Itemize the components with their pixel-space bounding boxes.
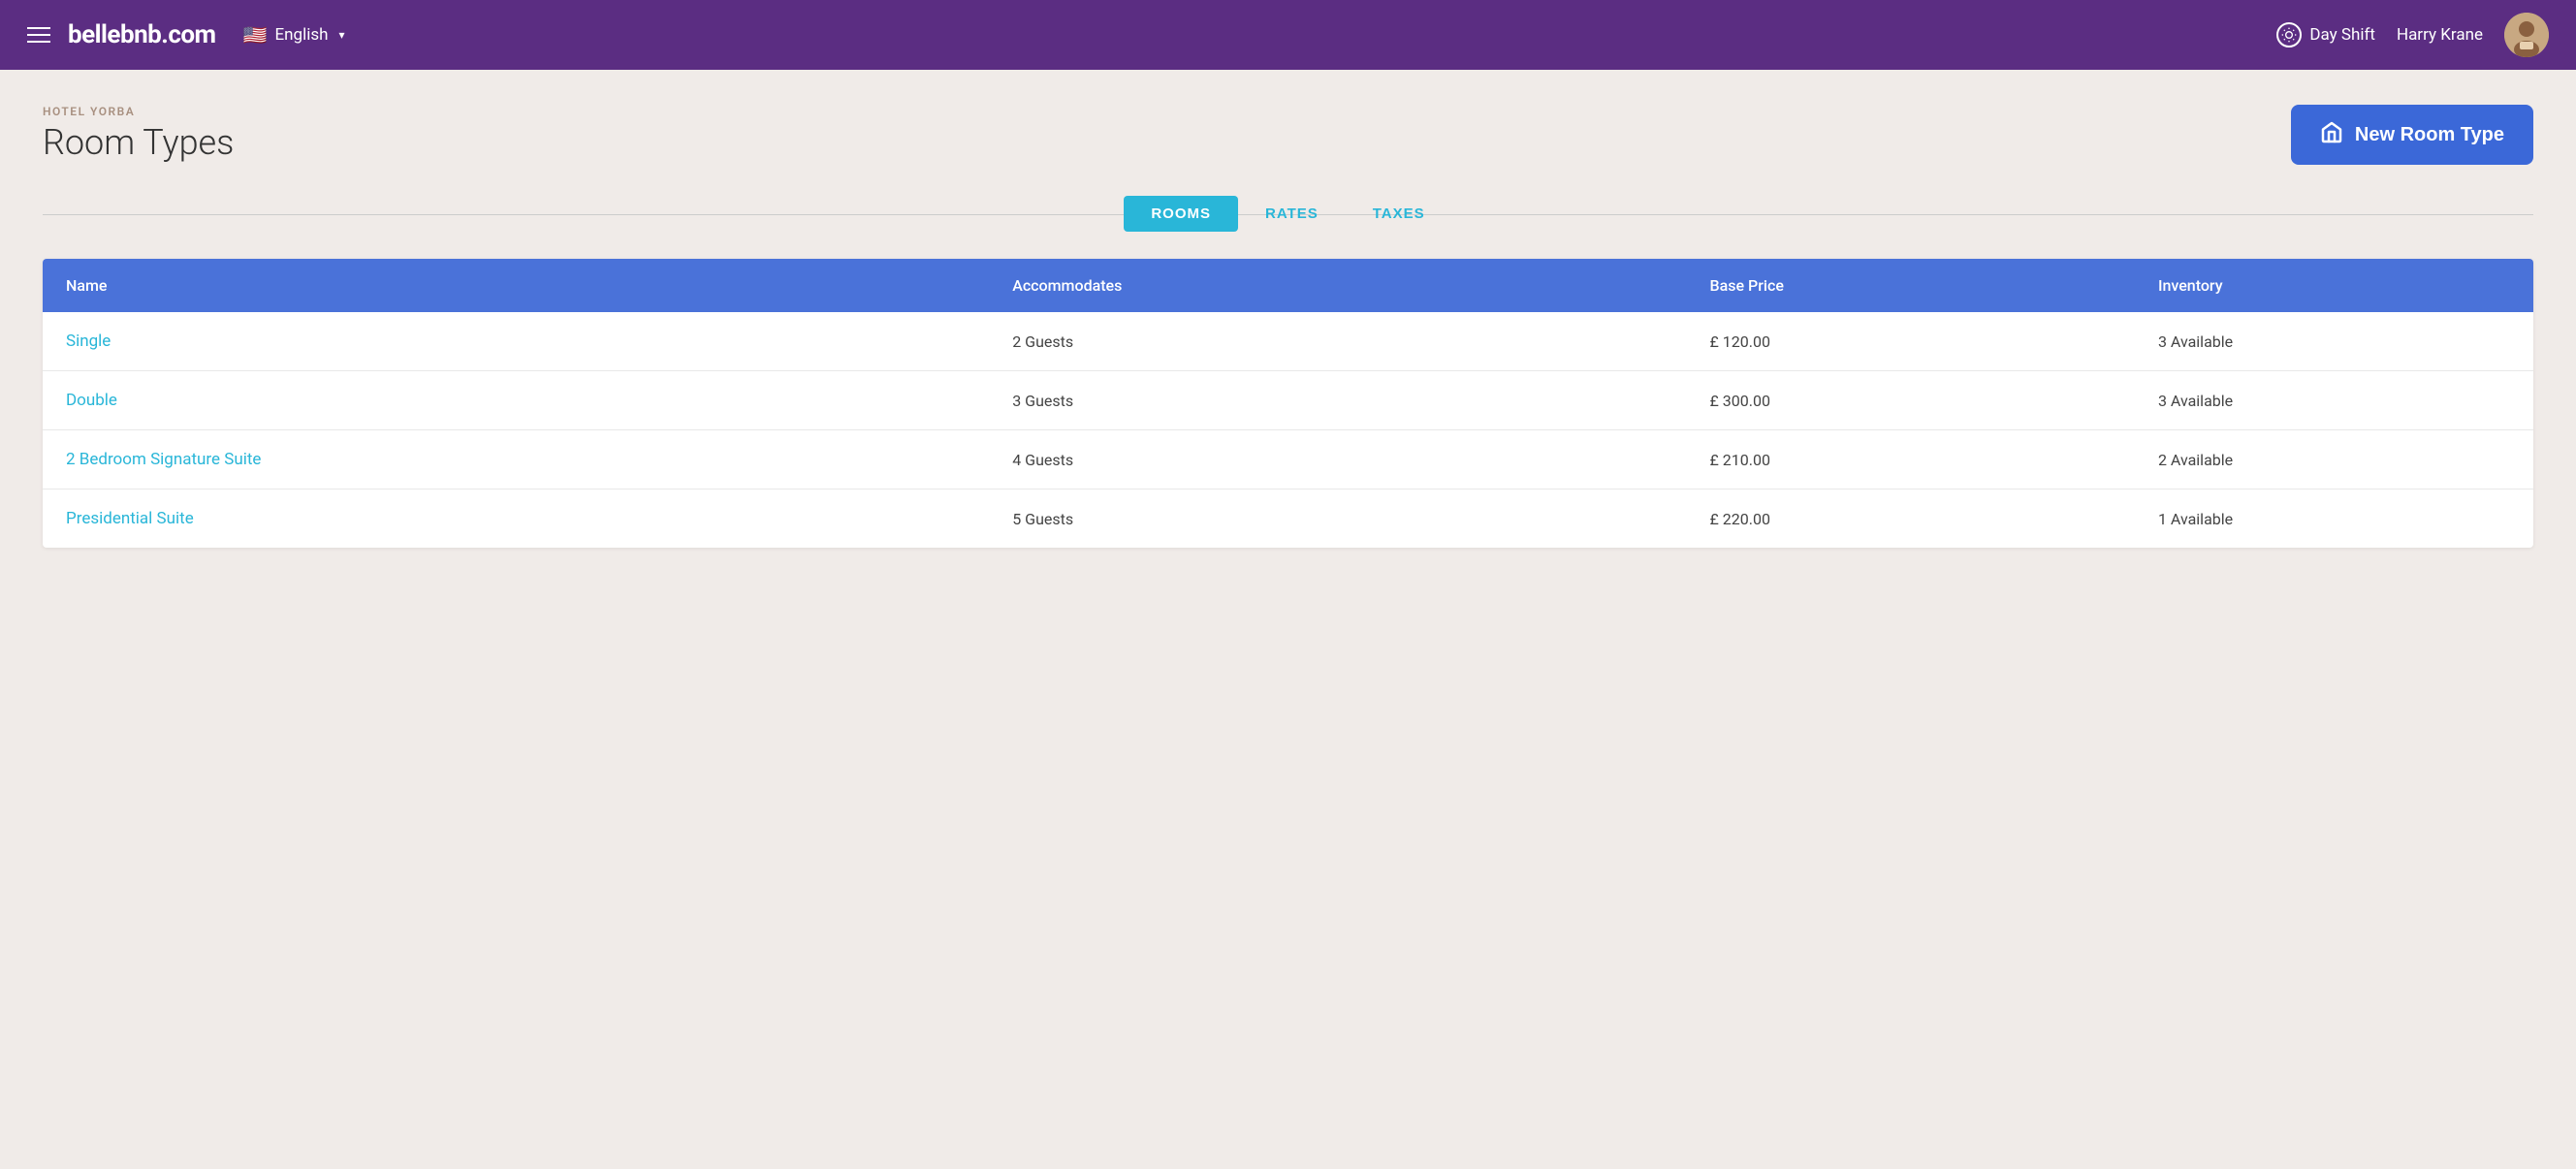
table-row: 2 Bedroom Signature Suite4 Guests£ 210.0…	[43, 430, 2533, 490]
hotel-name: HOTEL YORBA	[43, 105, 234, 118]
site-logo: bellebnb.com	[68, 20, 216, 49]
username-label: Harry Krane	[2397, 25, 2483, 45]
table-header-row: Name Accommodates Base Price Inventory	[43, 259, 2533, 312]
page-content: HOTEL YORBA Room Types New Room Type ROO…	[0, 70, 2576, 590]
avatar[interactable]	[2504, 13, 2549, 57]
page-header: HOTEL YORBA Room Types New Room Type	[43, 105, 2533, 165]
room-inventory: 3 Available	[2135, 371, 2533, 430]
language-selector[interactable]: 🇺🇸 English ▾	[243, 23, 345, 47]
room-type-name[interactable]: 2 Bedroom Signature Suite	[43, 430, 989, 490]
room-base-price: £ 300.00	[1687, 371, 2135, 430]
col-header-accommodates: Accommodates	[989, 259, 1686, 312]
navbar: bellebnb.com 🇺🇸 English ▾ Day Sh	[0, 0, 2576, 70]
room-inventory: 3 Available	[2135, 312, 2533, 371]
shift-indicator[interactable]: Day Shift	[2276, 22, 2375, 47]
room-base-price: £ 220.00	[1687, 490, 2135, 549]
room-accommodates: 2 Guests	[989, 312, 1686, 371]
room-accommodates: 5 Guests	[989, 490, 1686, 549]
tab-rates[interactable]: RATES	[1238, 196, 1346, 232]
chevron-down-icon: ▾	[339, 28, 345, 42]
language-flag: 🇺🇸	[243, 23, 268, 47]
page-header-left: HOTEL YORBA Room Types	[43, 105, 234, 163]
tabs-group: ROOMS RATES TAXES	[1124, 196, 1451, 232]
room-type-name[interactable]: Single	[43, 312, 989, 371]
col-header-name: Name	[43, 259, 989, 312]
room-accommodates: 3 Guests	[989, 371, 1686, 430]
shift-label: Day Shift	[2309, 25, 2375, 45]
room-inventory: 1 Available	[2135, 490, 2533, 549]
room-accommodates: 4 Guests	[989, 430, 1686, 490]
hamburger-menu[interactable]	[27, 27, 50, 43]
new-room-type-button[interactable]: New Room Type	[2291, 105, 2533, 165]
tab-rooms[interactable]: ROOMS	[1124, 196, 1238, 232]
nav-right: Day Shift Harry Krane	[2276, 13, 2549, 57]
shift-icon	[2276, 22, 2302, 47]
room-inventory: 2 Available	[2135, 430, 2533, 490]
table-row: Single2 Guests£ 120.003 Available	[43, 312, 2533, 371]
room-types-table: Name Accommodates Base Price Inventory S…	[43, 259, 2533, 548]
new-room-type-label: New Room Type	[2355, 124, 2504, 146]
house-icon	[2320, 120, 2343, 149]
room-type-name[interactable]: Double	[43, 371, 989, 430]
room-type-name[interactable]: Presidential Suite	[43, 490, 989, 549]
col-header-base-price: Base Price	[1687, 259, 2135, 312]
room-base-price: £ 120.00	[1687, 312, 2135, 371]
tabs-section: ROOMS RATES TAXES	[43, 196, 2533, 232]
room-base-price: £ 210.00	[1687, 430, 2135, 490]
page-title: Room Types	[43, 122, 234, 163]
table-row: Double3 Guests£ 300.003 Available	[43, 371, 2533, 430]
table-row: Presidential Suite5 Guests£ 220.001 Avai…	[43, 490, 2533, 549]
language-label: English	[274, 25, 328, 45]
tab-taxes[interactable]: TAXES	[1346, 196, 1452, 232]
col-header-inventory: Inventory	[2135, 259, 2533, 312]
